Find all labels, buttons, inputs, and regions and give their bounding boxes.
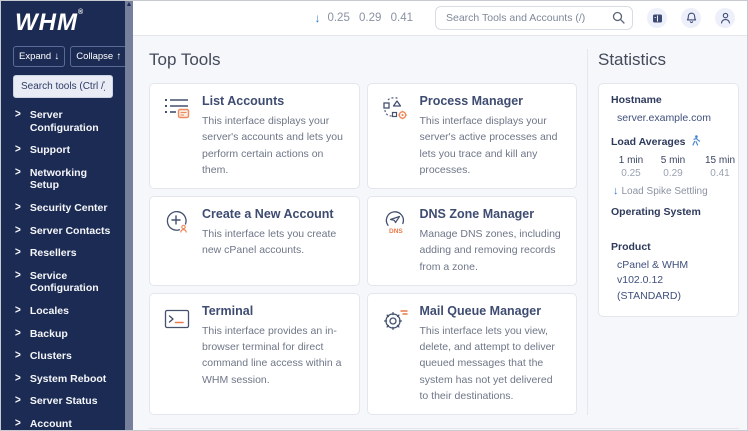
load-spike-status: ↓ Load Spike Settling (613, 185, 726, 197)
whm-window: WHM® Expand↓ Collapse↑ >Server Configura… (0, 0, 748, 431)
hostname-label: Hostname (611, 94, 726, 106)
chevron-right-icon: > (15, 223, 21, 237)
load-value-5min: 0.29 (654, 168, 692, 179)
expand-all-button[interactable]: Expand↓ (13, 46, 65, 67)
statistics-card: Hostname server.example.com Load Average… (598, 83, 739, 317)
statistics-heading: Statistics (598, 50, 739, 70)
load-average-indicator[interactable]: ↓ 0.25 0.29 0.41 (314, 11, 413, 25)
product-value[interactable]: cPanel & WHM v102.0.12 (STANDARD) (617, 258, 726, 304)
chevron-right-icon: > (15, 166, 21, 180)
card-title: Terminal (202, 304, 347, 318)
chevron-right-icon: > (15, 349, 21, 363)
main-content: Top Tools List Accounts This interface d… (133, 36, 747, 430)
load-activity-icon[interactable] (691, 135, 700, 149)
sidebar-item-account-information[interactable]: >Account Information (1, 413, 125, 430)
chevron-right-icon: > (15, 304, 21, 318)
chevron-right-icon: > (15, 394, 21, 408)
user-profile-icon[interactable] (715, 8, 735, 28)
card-title: Create a New Account (202, 207, 347, 221)
load-col-5min: 5 min (654, 155, 692, 166)
card-create-new-account[interactable]: Create a New Account This interface lets… (149, 196, 360, 286)
sidebar-scrollbar[interactable]: ▲ (125, 1, 133, 430)
top-bar: ↓ 0.25 0.29 0.41 (133, 1, 747, 36)
card-description: Manage DNS zones, including adding and r… (420, 226, 565, 275)
terminal-icon (162, 304, 192, 334)
collapse-all-button[interactable]: Collapse↑ (70, 46, 127, 67)
card-description: This interface lets you view, delete, an… (420, 323, 565, 404)
load-average-values: 0.25 0.29 0.41 (327, 12, 413, 24)
load-value-1min: 0.25 (614, 168, 648, 179)
sidebar-search-input[interactable] (13, 75, 113, 98)
list-accounts-icon (162, 94, 192, 124)
mail-queue-icon (380, 304, 410, 334)
card-title: Mail Queue Manager (420, 304, 565, 318)
svg-text:DNS: DNS (389, 228, 403, 235)
sidebar-item-server-configuration[interactable]: >Server Configuration (1, 104, 125, 139)
card-mail-queue-manager[interactable]: Mail Queue Manager This interface lets y… (367, 293, 578, 415)
card-description: This interface lets you create new cPane… (202, 226, 347, 259)
arrow-up-icon: ↑ (116, 51, 121, 62)
top-tools-grid: List Accounts This interface displays yo… (149, 83, 577, 415)
chevron-right-icon: > (15, 246, 21, 260)
card-description: This interface displays your server's ac… (202, 113, 347, 178)
sidebar-item-networking-setup[interactable]: >Networking Setup (1, 162, 125, 197)
load-averages-table: 1 min 5 min 15 min 0.25 0.29 0.41 (614, 155, 726, 179)
card-title: DNS Zone Manager (420, 207, 565, 221)
load-value-15min: 0.41 (698, 168, 742, 179)
notifications-bell-icon[interactable] (681, 8, 701, 28)
chevron-right-icon: > (15, 143, 21, 157)
chevron-right-icon: > (15, 201, 21, 215)
global-search-input[interactable] (435, 6, 633, 30)
sidebar-item-security-center[interactable]: >Security Center (1, 197, 125, 220)
card-dns-zone-manager[interactable]: DNS DNS Zone Manager Manage DNS zones, i… (367, 196, 578, 286)
card-list-accounts[interactable]: List Accounts This interface displays yo… (149, 83, 360, 189)
load-col-1min: 1 min (614, 155, 648, 166)
sidebar-item-server-contacts[interactable]: >Server Contacts (1, 220, 125, 243)
chevron-right-icon: > (15, 108, 21, 122)
load-spike-down-icon: ↓ (613, 185, 619, 197)
chevron-right-icon: > (15, 269, 21, 283)
sidebar-item-backup[interactable]: >Backup (1, 323, 125, 346)
sidebar-item-resellers[interactable]: >Resellers (1, 242, 125, 265)
sidebar-item-server-status[interactable]: >Server Status (1, 390, 125, 413)
arrow-down-icon: ↓ (54, 51, 59, 62)
product-label: Product (611, 241, 726, 253)
apps-icon[interactable] (647, 8, 667, 28)
sidebar-item-system-reboot[interactable]: >System Reboot (1, 368, 125, 391)
sidebar: WHM® Expand↓ Collapse↑ >Server Configura… (1, 1, 133, 430)
card-description: This interface displays your server's ac… (420, 113, 565, 178)
sidebar-item-locales[interactable]: >Locales (1, 300, 125, 323)
create-account-icon (162, 207, 192, 237)
load-averages-label: Load Averages (611, 136, 686, 148)
process-manager-icon (380, 94, 410, 124)
scrollbar-up-arrow-icon[interactable]: ▲ (125, 1, 133, 9)
section-divider (149, 428, 739, 429)
load-col-15min: 15 min (698, 155, 742, 166)
registered-mark: ® (78, 9, 84, 16)
card-title: List Accounts (202, 94, 347, 108)
card-process-manager[interactable]: Process Manager This interface displays … (367, 83, 578, 189)
search-icon (612, 11, 625, 29)
card-terminal[interactable]: Terminal This interface provides an in-b… (149, 293, 360, 415)
sidebar-item-support[interactable]: >Support (1, 139, 125, 162)
operating-system-label: Operating System (611, 206, 726, 218)
sidebar-nav: >Server Configuration >Support >Networki… (1, 104, 125, 430)
sidebar-item-clusters[interactable]: >Clusters (1, 345, 125, 368)
whm-logo: WHM® (1, 1, 125, 37)
hostname-value[interactable]: server.example.com (617, 111, 726, 126)
chevron-right-icon: > (15, 372, 21, 386)
chevron-right-icon: > (15, 326, 21, 340)
statistics-panel: Statistics Hostname server.example.com L… (587, 49, 739, 415)
card-title: Process Manager (420, 94, 565, 108)
card-description: This interface provides an in-browser te… (202, 323, 347, 388)
sidebar-item-service-configuration[interactable]: >Service Configuration (1, 265, 125, 300)
top-tools-heading: Top Tools (149, 50, 577, 70)
chevron-right-icon: > (15, 417, 21, 430)
dns-zone-icon: DNS (380, 207, 410, 237)
load-trend-down-icon: ↓ (314, 11, 320, 25)
